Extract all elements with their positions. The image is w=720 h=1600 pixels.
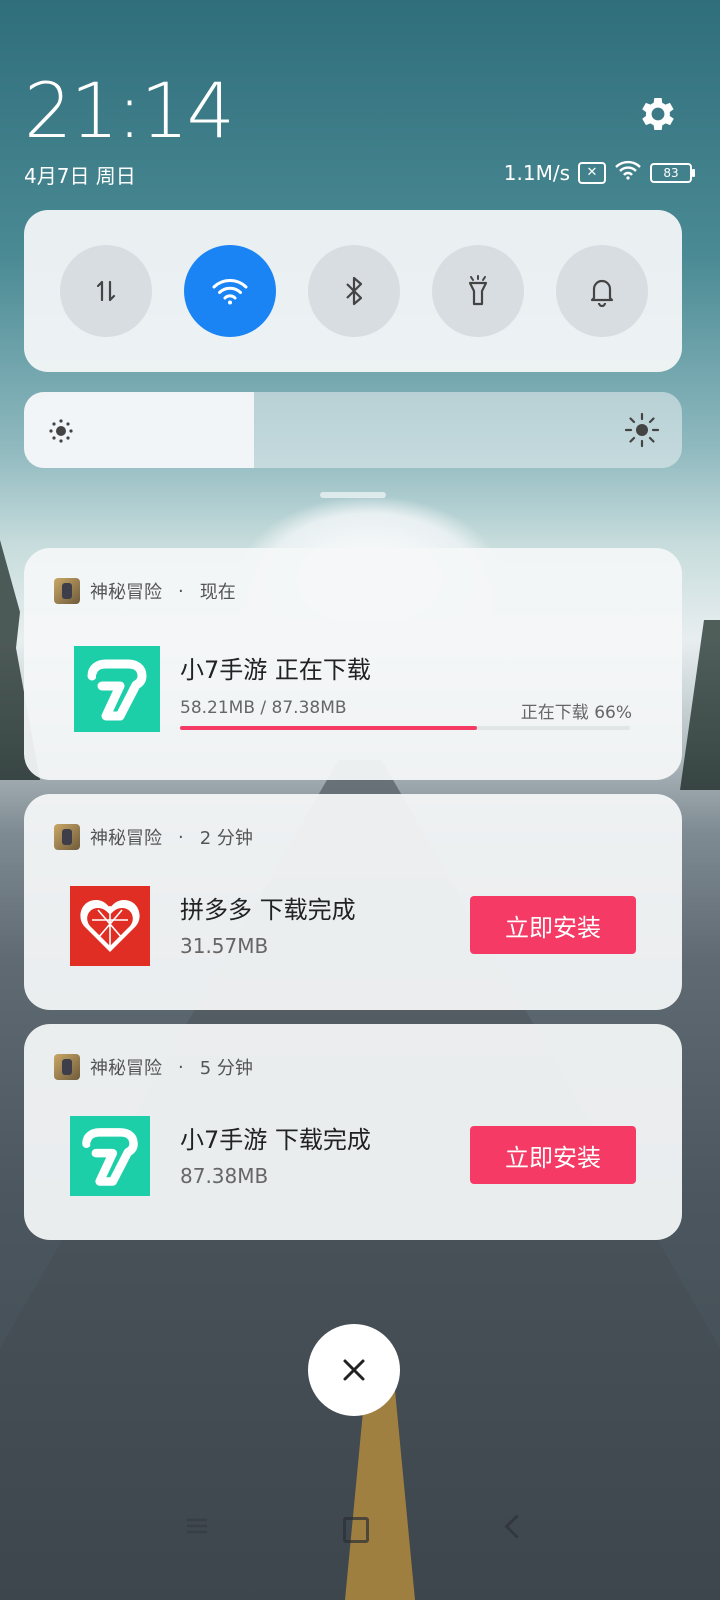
bluetooth-icon: [346, 276, 363, 306]
download-progress-bar: [180, 726, 630, 730]
notification-header: 神秘冒险 · 现在: [54, 578, 236, 604]
app-icon-small: [54, 1054, 80, 1080]
app7-icon: [74, 646, 160, 732]
close-icon: [343, 1359, 365, 1381]
separator-dot: ·: [178, 1056, 184, 1078]
wifi-icon: [212, 279, 248, 305]
clock: 21:14: [24, 66, 235, 155]
notification-app: 神秘冒险: [90, 582, 162, 603]
notification-header: 神秘冒险 · 2 分钟: [54, 824, 253, 850]
notification-time: 现在: [199, 582, 236, 603]
download-status: 正在下载 66%: [520, 703, 632, 723]
data-arrows-icon: [96, 280, 116, 302]
notification-title: 小7手游 下载完成: [180, 1126, 371, 1154]
separator-dot: ·: [178, 826, 184, 848]
brightness-slider[interactable]: [24, 392, 682, 468]
no-sim-icon: ✕: [578, 161, 606, 184]
download-size: 58.21MB / 87.38MB: [180, 698, 347, 718]
quick-settings-panel: [24, 210, 682, 372]
wifi-status-icon: [614, 160, 642, 185]
brightness-low-icon: [49, 419, 73, 443]
home-icon[interactable]: [343, 1517, 369, 1543]
net-speed: 1.1M/s: [503, 160, 570, 185]
notification-app: 神秘冒险: [90, 1058, 162, 1079]
notification-app: 神秘冒险: [90, 828, 162, 849]
bell-icon: [590, 279, 614, 307]
battery-level: 83: [663, 165, 679, 180]
separator-dot: ·: [178, 580, 184, 602]
date: 4月7日 周日: [24, 164, 136, 188]
file-size: 31.57MB: [180, 934, 269, 958]
install-button[interactable]: 立即安装: [470, 1126, 636, 1184]
brightness-high-icon: [624, 412, 660, 448]
notification-time: 5 分钟: [199, 1058, 253, 1079]
app-icon-small: [54, 824, 80, 850]
app-icon-small: [54, 578, 80, 604]
notification-title: 小7手游 正在下载: [180, 656, 371, 684]
clear-all-button[interactable]: [308, 1324, 400, 1416]
toggle-flashlight[interactable]: [432, 245, 524, 337]
notification-card[interactable]: 神秘冒险 · 现在 小7手游 正在下载 58.21MB / 87.38MB 正在…: [24, 548, 682, 780]
battery-icon: 83: [650, 162, 695, 183]
wallpaper-trees-right: [680, 620, 720, 790]
file-size: 87.38MB: [180, 1164, 269, 1188]
pinduoduo-icon: [70, 886, 150, 966]
toggle-wifi[interactable]: [184, 245, 276, 337]
gear-icon[interactable]: [636, 92, 680, 136]
toggle-mobile-data[interactable]: [60, 245, 152, 337]
notification-card[interactable]: 神秘冒险 · 5 分钟 小7手游 下载完成 87.38MB 立即安装: [24, 1024, 682, 1240]
install-button[interactable]: 立即安装: [470, 896, 636, 954]
notification-time: 2 分钟: [199, 828, 253, 849]
notification-header: 神秘冒险 · 5 分钟: [54, 1054, 253, 1080]
download-progress-fill: [180, 726, 477, 730]
toggle-bluetooth[interactable]: [308, 245, 400, 337]
app7-icon: [70, 1116, 150, 1196]
drag-handle[interactable]: [320, 492, 386, 498]
recents-icon[interactable]: [185, 1516, 209, 1536]
notification-card[interactable]: 神秘冒险 · 2 分钟 拼多多 下载完成 31.57MB 立即安装: [24, 794, 682, 1010]
flashlight-icon: [468, 275, 488, 306]
toggle-sound[interactable]: [556, 245, 648, 337]
status-icons: 1.1M/s ✕ 83: [503, 160, 695, 185]
notification-title: 拼多多 下载完成: [180, 896, 356, 924]
